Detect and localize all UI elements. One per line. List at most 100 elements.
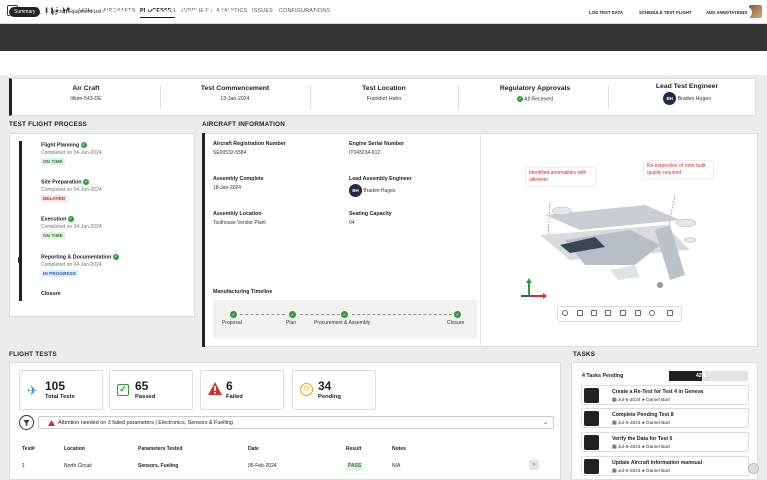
axis-gizmo-icon bbox=[521, 278, 547, 299]
check-icon: ✓ bbox=[517, 96, 523, 102]
field-assembly-location: Assembly Location Toulhouse Vendor Plant bbox=[213, 211, 266, 226]
process-panel bbox=[9, 133, 195, 317]
stat-card-failed[interactable]: 6 Failed bbox=[200, 370, 284, 410]
calendar-icon: ▦ bbox=[612, 469, 617, 474]
check-icon: ✓ bbox=[230, 311, 237, 318]
column-header[interactable]: Result bbox=[346, 446, 361, 452]
warning-icon bbox=[48, 420, 55, 426]
alert-dropdown[interactable]: Attention needed on 3 failed parameters … bbox=[38, 416, 554, 429]
task-icon bbox=[584, 388, 599, 403]
timeline-line bbox=[19, 141, 22, 301]
current-step-marker-icon bbox=[18, 257, 22, 263]
tab-summary[interactable]: Summary bbox=[9, 7, 41, 17]
panel-divider bbox=[480, 135, 481, 345]
check-icon: ✓ bbox=[112, 254, 119, 260]
field-assembly: Assembly Complete 18-Jan-2024 bbox=[213, 176, 264, 191]
timeline-label: Proposal bbox=[222, 320, 242, 326]
tasks-pending: 4 Tasks Pending bbox=[582, 373, 624, 379]
add-annotations-button[interactable]: ADD ANNOTATIONS bbox=[701, 7, 753, 18]
schedule-test-flight-button[interactable]: SCHEDULE TEST FLIGHT bbox=[634, 7, 697, 18]
section-title-flight-tests: FLIGHT TESTS bbox=[9, 351, 57, 358]
nav-issues[interactable]: ISSUES bbox=[252, 8, 273, 14]
cell-location: North Circuit bbox=[64, 463, 92, 469]
status-badge: ON TIME bbox=[41, 158, 65, 166]
column-header[interactable]: Notes bbox=[392, 446, 406, 452]
summary-divider bbox=[310, 85, 311, 109]
check-icon: ✓ bbox=[454, 311, 461, 318]
summary-location: Test Location Frankfurt Hahn bbox=[362, 85, 406, 102]
person-icon: ● bbox=[641, 469, 645, 474]
cell-date: 05-Feb-2024 bbox=[248, 463, 277, 469]
task-icon bbox=[584, 411, 599, 426]
process-step[interactable]: Execution ✓ Completed on 04-Jan-2024 ON … bbox=[41, 216, 102, 240]
summary-divider bbox=[608, 85, 609, 109]
progress-label: 42% bbox=[696, 373, 707, 379]
task-item[interactable]: Create a Re-Test for Test 4 in Geneva ▦ … bbox=[581, 385, 749, 405]
timeline-label: Plan bbox=[286, 320, 297, 326]
settings-icon[interactable] bbox=[649, 310, 655, 316]
status-badge: DELAYED bbox=[41, 195, 68, 203]
filter-icon bbox=[23, 420, 30, 426]
camera-icon[interactable] bbox=[635, 310, 641, 316]
row-expand-icon[interactable]: › bbox=[529, 460, 539, 470]
result-badge: PASS bbox=[346, 462, 364, 470]
tab-equipment-list[interactable]: Aircraft Equipment List bbox=[46, 7, 106, 17]
process-step[interactable]: Site Preparation ✓ Completed on 04-Jan-2… bbox=[41, 179, 102, 203]
cursor-icon[interactable] bbox=[620, 310, 626, 316]
cube-icon[interactable] bbox=[591, 310, 597, 316]
process-step[interactable]: Reporting & Documentation ✓ Completed on… bbox=[41, 254, 119, 278]
cell-params: Sensors, Fueling bbox=[138, 463, 179, 469]
person-icon: ● bbox=[641, 398, 645, 403]
stat-card-pending[interactable]: ◷ 34 Pending bbox=[292, 370, 376, 410]
home-view-icon[interactable] bbox=[562, 310, 568, 316]
task-item[interactable]: Complete Pending Test 8 ▦ Jul-5-2024 ● D… bbox=[581, 408, 749, 428]
nav-configurations[interactable]: CONFIGURATIONS bbox=[279, 8, 330, 14]
calendar-icon: ▦ bbox=[612, 421, 617, 426]
field-lead-assembly: Lead Assembly Engineer BH Braden Huges bbox=[349, 176, 412, 197]
task-item[interactable]: Verify the Data for Test 6 ▦ Jul-5-2024 … bbox=[581, 432, 749, 452]
task-item[interactable]: Update Aircraft Information mannual ▦ Ju… bbox=[581, 456, 749, 476]
fullscreen-icon[interactable] bbox=[667, 310, 673, 316]
summary-aircraft: Air Craft lilium-543-DE bbox=[70, 85, 102, 102]
column-header[interactable]: Test# bbox=[22, 446, 35, 452]
clock-icon: ◷ bbox=[300, 383, 313, 396]
layers-icon[interactable] bbox=[605, 310, 611, 316]
person-icon: ● bbox=[641, 445, 645, 450]
summary-divider bbox=[160, 85, 161, 109]
manufacturing-timeline bbox=[213, 300, 477, 338]
calendar-icon: ▦ bbox=[612, 445, 617, 450]
cell-test: 1 bbox=[22, 463, 25, 469]
column-header[interactable]: Parameters Tested bbox=[138, 446, 182, 452]
tab-bar bbox=[0, 51, 767, 75]
check-icon: ✓ bbox=[67, 216, 74, 222]
progress-bar: 42% bbox=[669, 371, 748, 381]
timeline-connector bbox=[352, 314, 452, 315]
person-icon: ● bbox=[641, 421, 645, 426]
section-title-tasks: TASKS bbox=[573, 351, 596, 358]
timeline-label: Closure bbox=[447, 320, 465, 326]
status-badge: IN PROGRESS bbox=[41, 270, 79, 278]
calendar-icon: ▦ bbox=[612, 398, 617, 403]
filter-button[interactable] bbox=[19, 415, 34, 430]
check-icon: ✓ bbox=[289, 311, 296, 318]
annotation-altimeter[interactable]: Identified anomalities with altimeter bbox=[525, 167, 596, 187]
stat-card-passed[interactable]: ✓ 65 Passed bbox=[109, 370, 193, 410]
scroll-up-button[interactable] bbox=[748, 463, 759, 474]
measure-icon[interactable] bbox=[577, 310, 583, 316]
avatar: BH bbox=[663, 92, 677, 105]
process-step[interactable]: Flight Planning ✓ Completed on 04-Jan-20… bbox=[41, 142, 102, 166]
column-header[interactable]: Date bbox=[248, 446, 259, 452]
annotation-rotor[interactable]: Re-inspection of rotor built quality req… bbox=[643, 160, 714, 180]
alert-text: Attention needed on 3 failed parameters … bbox=[58, 420, 233, 426]
timeline-label: Procurement & Assembly bbox=[314, 320, 371, 326]
log-test-data-button[interactable]: LOG TEST DATA bbox=[584, 7, 628, 18]
field-seating: Seating Capacity 04 bbox=[349, 211, 392, 226]
process-step[interactable]: Closure bbox=[41, 291, 61, 297]
chevron-down-icon: ⌄ bbox=[542, 420, 548, 426]
task-icon bbox=[584, 435, 599, 450]
cell-notes: N/A bbox=[392, 463, 401, 469]
timeline-connector bbox=[300, 314, 340, 315]
column-header[interactable]: Location bbox=[64, 446, 85, 452]
stat-card-total[interactable]: ✈ 105 Total Tests bbox=[19, 370, 103, 410]
check-icon: ✓ bbox=[117, 384, 129, 396]
